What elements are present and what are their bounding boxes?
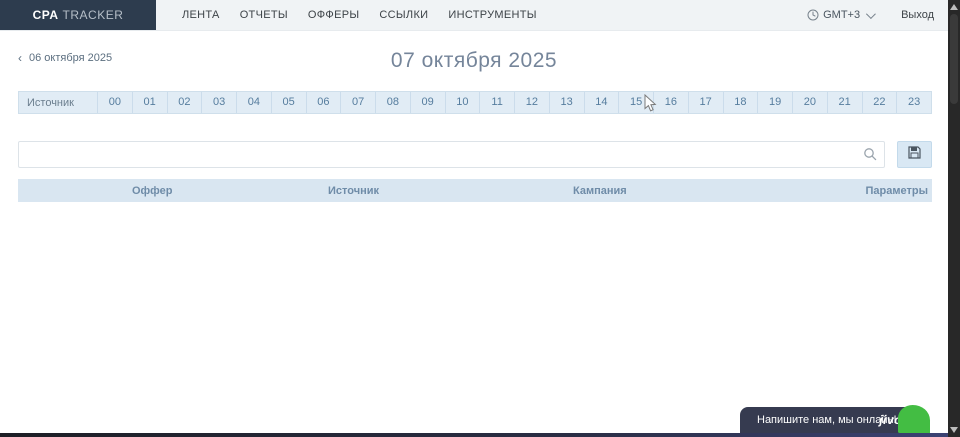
chevron-down-icon [866,9,876,19]
page-title: 07 октября 2025 [0,43,948,73]
date-navigation: ‹ 06 октября 2025 07 октября 2025 [0,43,948,83]
hour-cells: 0001020304050607080910111213141516171819… [97,92,931,113]
timezone-selector[interactable]: GMT+3 [807,9,873,21]
chat-widget[interactable]: Напишите нам, мы онлайн! jivo [740,407,930,433]
search-input[interactable] [18,141,885,168]
app-logo[interactable]: CPA TRACKER [0,0,156,30]
hours-header-bar: Источник 0001020304050607080910111213141… [18,91,932,114]
logo-brand-light: TRACKER [63,8,124,22]
scroll-up-arrow-icon[interactable] [950,4,958,10]
menu-item[interactable]: ЛЕНТА [172,0,230,31]
hour-cell: 15 [618,92,653,113]
source-column-label: Источник [19,92,97,113]
hour-cell: 19 [757,92,792,113]
scroll-down-arrow-icon[interactable] [950,427,958,433]
main-content: ‹ 06 октября 2025 07 октября 2025 Источн… [0,31,948,437]
vertical-scrollbar[interactable] [948,0,960,437]
prev-day-link[interactable]: ‹ 06 октября 2025 [18,51,112,65]
chat-message: Напишите нам, мы онлайн! [757,414,897,426]
jivo-leaf-icon [898,405,930,433]
table-header-params: Параметры [864,185,932,197]
hour-cell: 00 [97,92,132,113]
chevron-left-icon: ‹ [18,51,22,65]
menu-item[interactable]: ОТЧЕТЫ [230,0,298,31]
menu-item[interactable]: ОФФЕРЫ [298,0,370,31]
hour-cell: 21 [827,92,862,113]
hour-cell: 20 [792,92,827,113]
save-button[interactable] [897,141,932,168]
hour-cell: 04 [236,92,271,113]
hour-cell: 01 [132,92,167,113]
scrollbar-thumb[interactable] [950,14,958,104]
main-menu: ЛЕНТАОТЧЕТЫОФФЕРЫССЫЛКИИНСТРУМЕНТЫ [172,0,547,30]
hour-cell: 11 [479,92,514,113]
table-header-offer: Оффер [130,185,326,197]
hour-cell: 03 [201,92,236,113]
search-wrap [18,141,885,168]
table-header-source: Источник [326,185,571,197]
bottom-edge-strip [0,433,948,437]
hour-cell: 02 [167,92,202,113]
menu-item[interactable]: ИНСТРУМЕНТЫ [438,0,546,31]
search-row [18,141,932,168]
hour-cell: 23 [896,92,931,113]
clock-icon [807,9,819,21]
hour-cell: 10 [445,92,480,113]
logout-button[interactable]: Выход [901,9,934,21]
hour-cell: 08 [375,92,410,113]
hour-cell: 16 [653,92,688,113]
prev-day-label: 06 октября 2025 [29,52,112,64]
navbar-right: GMT+3 Выход [807,0,948,30]
search-icon[interactable] [863,147,877,166]
menu-item[interactable]: ССЫЛКИ [369,0,438,31]
hour-cell: 22 [862,92,897,113]
report-table-header: Оффер Источник Кампания Параметры [18,179,932,202]
hour-cell: 14 [584,92,619,113]
hour-cell: 05 [271,92,306,113]
table-header-campaign: Кампания [571,185,864,197]
hour-cell: 09 [410,92,445,113]
hour-cell: 06 [306,92,341,113]
logo-brand-bold: CPA [33,8,59,22]
save-icon [908,146,921,164]
hour-cell: 07 [340,92,375,113]
top-navbar: CPA TRACKER ЛЕНТАОТЧЕТЫОФФЕРЫССЫЛКИИНСТР… [0,0,948,31]
hour-cell: 12 [514,92,549,113]
hour-cell: 18 [723,92,758,113]
hour-cell: 17 [688,92,723,113]
hour-cell: 13 [549,92,584,113]
timezone-label: GMT+3 [823,9,860,21]
